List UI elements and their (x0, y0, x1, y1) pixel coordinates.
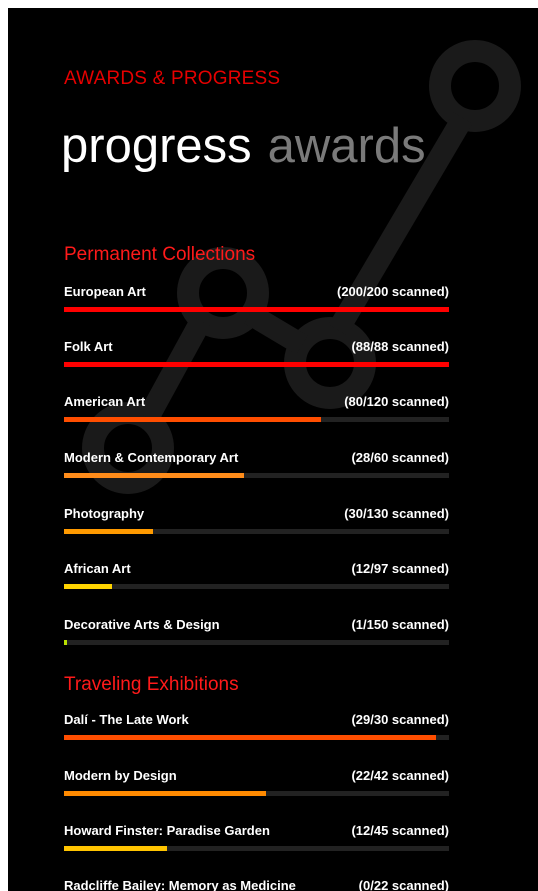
bg-circle-top (429, 40, 521, 132)
scan-count: (200/200 scanned) (336, 284, 449, 299)
progress-track (64, 417, 449, 422)
progress-fill (64, 846, 167, 851)
scan-count: (0/22 scanned) (358, 878, 449, 891)
collection-name: European Art (64, 284, 146, 299)
progress-fill (64, 735, 437, 740)
progress-track (64, 529, 449, 534)
exhibition-name: Dalí - The Late Work (64, 712, 189, 727)
exhibition-name: Radcliffe Bailey: Memory as Medicine (64, 878, 296, 891)
progress-fill (64, 584, 112, 589)
collection-name: Modern & Contemporary Art (64, 450, 239, 465)
progress-track (64, 362, 449, 367)
collection-name: Decorative Arts & Design (64, 617, 220, 632)
exhibition-row[interactable]: Modern by Design (22/42 scanned) (64, 768, 449, 824)
exhibition-name: Modern by Design (64, 768, 177, 783)
scan-count: (1/150 scanned) (351, 617, 449, 632)
scan-count: (30/130 scanned) (344, 506, 449, 521)
scan-count: (80/120 scanned) (344, 394, 449, 409)
exhibition-row[interactable]: Howard Finster: Paradise Garden (12/45 s… (64, 823, 449, 879)
progress-track (64, 640, 449, 645)
app-title: AWARDS & PROGRESS (64, 68, 281, 89)
progress-fill (64, 473, 244, 478)
section-header-permanent: Permanent Collections (64, 244, 256, 265)
collection-row[interactable]: American Art (80/120 scanned) (64, 394, 449, 450)
collection-row[interactable]: Photography (30/130 scanned) (64, 506, 449, 562)
collection-row[interactable]: European Art (200/200 scanned) (64, 284, 449, 340)
progress-fill (64, 417, 321, 422)
collection-name: Photography (64, 506, 145, 521)
scan-count: (29/30 scanned) (351, 712, 449, 727)
progress-track (64, 584, 449, 589)
progress-track (64, 735, 449, 740)
scan-count: (22/42 scanned) (351, 768, 449, 783)
scan-count: (12/45 scanned) (351, 823, 449, 838)
exhibition-name: Howard Finster: Paradise Garden (64, 823, 270, 838)
collection-row[interactable]: Folk Art (88/88 scanned) (64, 339, 449, 395)
progress-fill (64, 791, 266, 796)
app-screen: AWARDS & PROGRESS progress awards Permane… (8, 8, 538, 891)
progress-track (64, 473, 449, 478)
scan-count: (28/60 scanned) (351, 450, 449, 465)
scan-count: (88/88 scanned) (351, 339, 449, 354)
progress-track (64, 846, 449, 851)
pivot-header: progress awards (61, 116, 426, 176)
progress-track (64, 307, 449, 312)
progress-track (64, 791, 449, 796)
progress-fill (64, 529, 153, 534)
exhibition-row[interactable]: Radcliffe Bailey: Memory as Medicine (0/… (64, 878, 449, 891)
progress-fill (64, 362, 449, 367)
section-header-traveling: Traveling Exhibitions (64, 674, 239, 695)
tab-awards[interactable]: awards (268, 119, 426, 173)
progress-fill (64, 307, 449, 312)
collection-name: African Art (64, 561, 131, 576)
collection-name: American Art (64, 394, 146, 409)
collection-name: Folk Art (64, 339, 113, 354)
exhibition-row[interactable]: Dalí - The Late Work (29/30 scanned) (64, 712, 449, 768)
tab-progress[interactable]: progress (61, 119, 252, 173)
progress-fill (64, 640, 67, 645)
collection-row[interactable]: African Art (12/97 scanned) (64, 561, 449, 617)
collection-row[interactable]: Modern & Contemporary Art (28/60 scanned… (64, 450, 449, 506)
scan-count: (12/97 scanned) (351, 561, 449, 576)
collection-row[interactable]: Decorative Arts & Design (1/150 scanned) (64, 617, 449, 673)
